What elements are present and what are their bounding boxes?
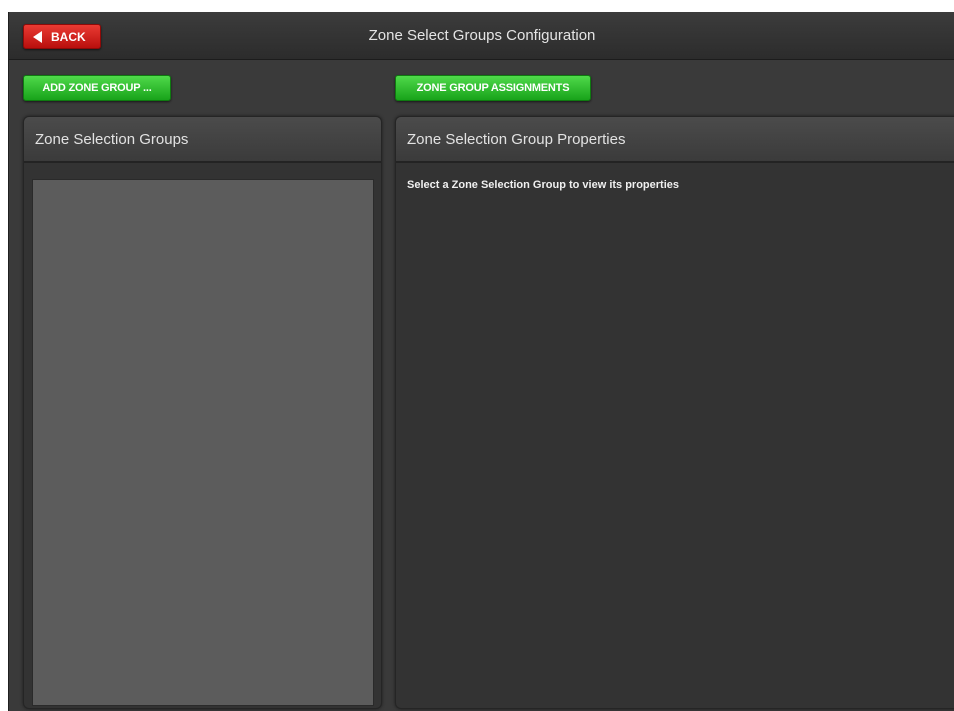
back-arrow-icon <box>33 30 42 43</box>
zone-group-properties-header: Zone Selection Group Properties <box>396 117 954 163</box>
page-title: Zone Select Groups Configuration <box>368 27 596 44</box>
zone-groups-list[interactable] <box>32 179 374 706</box>
zone-group-assignments-button[interactable]: ZONE GROUP ASSIGNMENTS <box>395 75 591 101</box>
zone-selection-groups-panel: Zone Selection Groups <box>23 116 382 709</box>
zone-selection-groups-header: Zone Selection Groups <box>24 117 381 163</box>
top-bar: Zone Select Groups Configuration BACK <box>9 12 954 60</box>
add-zone-group-button[interactable]: ADD ZONE GROUP ... <box>23 75 171 101</box>
app-window: Zone Select Groups Configuration BACK AD… <box>8 12 954 711</box>
back-button[interactable]: BACK <box>23 24 101 49</box>
properties-hint-text: Select a Zone Selection Group to view it… <box>407 179 680 191</box>
zone-group-properties-panel: Zone Selection Group Properties Select a… <box>395 116 954 709</box>
back-button-label: BACK <box>51 29 86 44</box>
